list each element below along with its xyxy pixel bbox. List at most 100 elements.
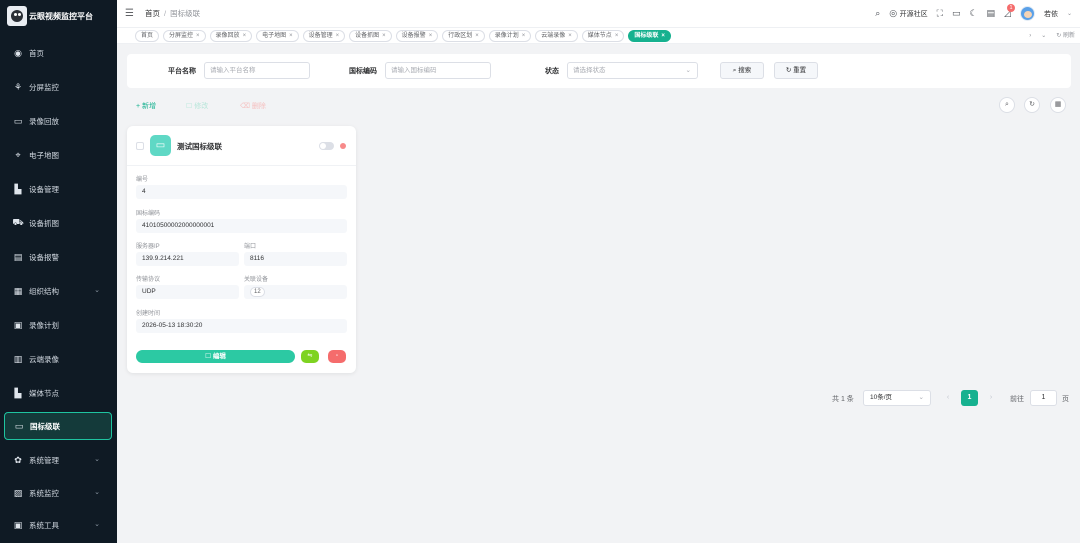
size-icon[interactable]: ▤ — [987, 8, 996, 19]
tab-label: 设备管理 — [308, 33, 333, 39]
chevron-down-icon: ⌄ — [94, 287, 100, 294]
port-label: 端口 — [244, 244, 257, 250]
delete-button[interactable]: ⌫ 删除 — [240, 101, 266, 111]
close-icon[interactable]: × — [429, 33, 433, 39]
search-icon[interactable]: ⌕ — [875, 8, 880, 19]
sidebar-item-label: 设备报警 — [29, 252, 59, 262]
tab-11[interactable]: 国标级联 × — [628, 30, 671, 42]
close-icon[interactable]: × — [522, 33, 526, 39]
sidebar-item-label: 分屏监控 — [29, 82, 59, 92]
platform-name-input[interactable]: 请输入平台名称 — [204, 62, 310, 79]
goto-page-input[interactable]: 1 — [1030, 390, 1057, 406]
sidebar-item-11[interactable]: ▭ 国标级联 — [4, 412, 112, 440]
close-icon[interactable]: × — [475, 33, 479, 39]
sidebar-item-5[interactable]: ⛟ 设备抓图 — [4, 209, 112, 237]
breadcrumb-home[interactable]: 首页 — [145, 8, 160, 19]
brand[interactable]: 云眼视频监控平台 — [0, 0, 117, 32]
edit-icon: ☐ — [186, 103, 193, 110]
sidebar-item-14[interactable]: ▣ 系统工具 ⌄ — [4, 511, 112, 539]
gb-code-value: 41010500002000000001 — [136, 219, 347, 233]
sidebar-item-3[interactable]: ⌖ 电子地图 — [4, 141, 112, 169]
avatar[interactable] — [1019, 6, 1035, 21]
chevron-right-icon[interactable]: › — [1029, 30, 1031, 42]
sidebar-item-10[interactable]: ▙ 媒体节点 — [4, 379, 112, 407]
close-icon[interactable]: × — [196, 33, 200, 39]
tab-0[interactable]: 首页 — [135, 30, 160, 42]
refresh-list-button[interactable]: ↻ — [1024, 97, 1040, 113]
enable-switch[interactable] — [319, 142, 334, 150]
tab-9[interactable]: 云端录像 × — [535, 30, 578, 42]
tab-7[interactable]: 行政区划 × — [442, 30, 485, 42]
protocol-label: 传输协议 — [136, 277, 161, 283]
linked-devices-field: 12 — [244, 285, 347, 299]
menu-fold-icon[interactable]: ☰ — [125, 8, 137, 19]
card-delete-button[interactable]: ▫ — [328, 350, 346, 363]
sidebar-item-0[interactable]: ◉ 首页 — [4, 39, 112, 67]
bell-icon[interactable]: ◿ 1 — [1004, 4, 1015, 19]
close-icon[interactable]: × — [336, 33, 340, 39]
chevron-down-icon: ⌄ — [685, 67, 691, 74]
sidebar-item-7[interactable]: ▦ 组织结构 ⌄ — [4, 277, 112, 305]
community-link[interactable]: ◎ 开源社区 — [889, 8, 927, 19]
tab-4[interactable]: 设备管理 × — [302, 30, 346, 42]
close-icon[interactable]: × — [661, 33, 665, 39]
sidebar-item-2[interactable]: ▭ 录像回放 — [4, 107, 112, 135]
moon-icon[interactable]: ☾ — [969, 8, 977, 19]
page-size-select[interactable]: 10条/页 ⌄ — [863, 390, 931, 406]
gb-code-label: 国标编码 — [349, 68, 377, 75]
sidebar: 云眼视频监控平台 ◉ 首页 ⚘ 分屏监控 ▭ 录像回放 ⌖ 电子地图 ▙ 设备管理 ⛟ 设备抓图 ▤ 设备… — [0, 0, 117, 543]
close-icon[interactable]: × — [382, 33, 386, 39]
fullscreen-icon[interactable]: ⛶ — [937, 8, 943, 19]
reset-button[interactable]: ↻ 重置 — [774, 62, 818, 79]
status-select[interactable]: 请选择状态 ⌄ — [567, 62, 698, 79]
sidebar-item-9[interactable]: ▥ 云端录像 — [4, 345, 112, 373]
refresh-button[interactable]: ↻ 刷新 — [1056, 30, 1075, 42]
sidebar-item-8[interactable]: ▣ 录像计划 — [4, 311, 112, 339]
edit-button-label: 修改 — [194, 103, 209, 110]
sidebar-item-12[interactable]: ✿ 系统管理 ⌄ — [4, 446, 112, 474]
breadcrumb-separator: / — [164, 9, 167, 18]
sidebar-item-1[interactable]: ⚘ 分屏监控 — [4, 73, 112, 101]
tab-8[interactable]: 录像计划 × — [488, 30, 532, 42]
tab-label: 行政区划 — [448, 33, 473, 39]
sidebar-item-label: 设备管理 — [29, 184, 59, 194]
monitor-icon: ▭ — [150, 135, 171, 156]
close-icon[interactable]: × — [289, 33, 293, 39]
add-button[interactable]: + 新增 — [136, 101, 156, 111]
card-header: ▭ 测试国标级联 — [127, 126, 356, 166]
chevron-down-icon[interactable]: ⌄ — [1041, 30, 1046, 42]
header-actions: ⌕ ◎ 开源社区 ⛶ ▭ ☾ ▤ ◿ 1 若依 ⌄ — [875, 0, 1072, 27]
sidebar-item-13[interactable]: ▨ 系统监控 ⌄ — [4, 479, 112, 507]
search-button[interactable]: ⌕ 搜索 — [720, 62, 764, 79]
close-icon[interactable]: × — [615, 33, 619, 39]
close-icon[interactable]: × — [243, 33, 247, 39]
chevron-down-icon[interactable]: ⌄ — [1067, 10, 1072, 17]
linked-devices-label: 关联设备 — [244, 277, 269, 283]
close-icon[interactable]: × — [568, 33, 572, 39]
reset-button-label: 重置 — [793, 67, 807, 74]
linked-devices-count[interactable]: 12 — [250, 287, 265, 297]
gb-code-input[interactable]: 请输入国标编码 — [385, 62, 491, 79]
page-number-current[interactable]: 1 — [961, 390, 978, 406]
tab-5[interactable]: 设备抓图 × — [349, 30, 392, 42]
sidebar-item-label: 设备抓图 — [29, 218, 59, 228]
columns-button[interactable]: ▦ — [1050, 97, 1066, 113]
card-title: 测试国标级联 — [177, 142, 222, 151]
next-page-button[interactable]: › — [984, 391, 998, 405]
search-icon: ⌕ — [1005, 101, 1009, 108]
user-name[interactable]: 若依 — [1044, 9, 1058, 19]
tab-2[interactable]: 录像回放 × — [209, 30, 253, 42]
tab-3[interactable]: 电子地图 × — [256, 30, 299, 42]
screen-icon[interactable]: ▭ — [952, 8, 961, 19]
tab-6[interactable]: 设备报警 × — [395, 30, 439, 42]
card-edit-button[interactable]: ☐ 编辑 — [136, 350, 295, 363]
tab-10[interactable]: 媒体节点 × — [581, 30, 625, 42]
card-devices-button[interactable]: ⇋ — [301, 350, 319, 363]
toggle-search-button[interactable]: ⌕ — [999, 97, 1015, 113]
tab-1[interactable]: 分屏监控 × — [163, 30, 206, 42]
sidebar-item-6[interactable]: ▤ 设备报警 — [4, 243, 112, 271]
prev-page-button[interactable]: ‹ — [941, 391, 955, 405]
edit-button[interactable]: ☐ 修改 — [186, 101, 208, 111]
card-checkbox[interactable] — [136, 142, 144, 150]
sidebar-item-4[interactable]: ▙ 设备管理 — [4, 175, 112, 203]
